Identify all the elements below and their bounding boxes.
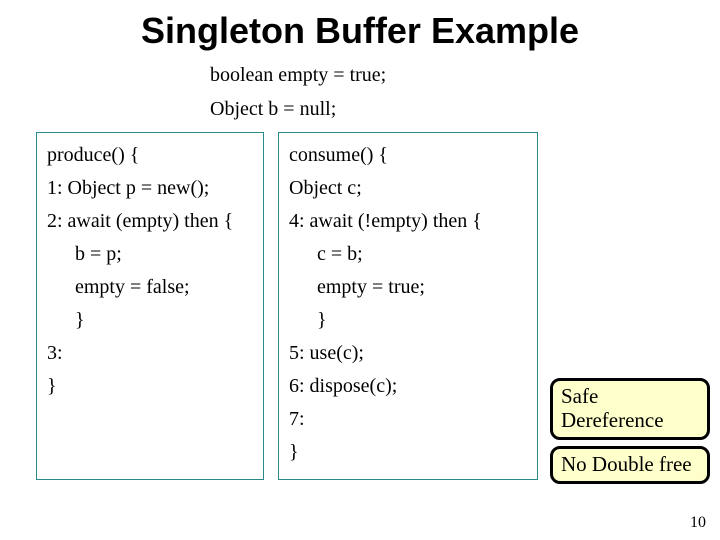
decl-line: Object b = null; bbox=[210, 92, 720, 126]
decl-line: boolean empty = true; bbox=[210, 58, 720, 92]
annotations: Safe Dereference No Double free bbox=[550, 378, 710, 484]
code-line: c = b; bbox=[289, 238, 527, 271]
code-line: } bbox=[289, 436, 527, 469]
produce-box: produce() { 1: Object p = new(); 2: awai… bbox=[36, 132, 264, 480]
code-line: 4: await (!empty) then { bbox=[289, 205, 527, 238]
page-number: 10 bbox=[690, 514, 706, 532]
code-line: empty = false; bbox=[47, 271, 253, 304]
code-line: Object c; bbox=[289, 172, 527, 205]
code-line: b = p; bbox=[47, 238, 253, 271]
code-line: } bbox=[289, 304, 527, 337]
code-line: 7: bbox=[289, 403, 527, 436]
declarations: boolean empty = true; Object b = null; bbox=[0, 58, 720, 126]
code-line: 2: await (empty) then { bbox=[47, 205, 253, 238]
code-line: consume() { bbox=[289, 139, 527, 172]
code-line: produce() { bbox=[47, 139, 253, 172]
slide-title: Singleton Buffer Example bbox=[0, 0, 720, 58]
code-line: 3: bbox=[47, 337, 253, 370]
code-line: empty = true; bbox=[289, 271, 527, 304]
code-line: 5: use(c); bbox=[289, 337, 527, 370]
consume-box: consume() { Object c; 4: await (!empty) … bbox=[278, 132, 538, 480]
callout-no-double-free: No Double free bbox=[550, 446, 710, 484]
code-line: 6: dispose(c); bbox=[289, 370, 527, 403]
code-line: } bbox=[47, 370, 253, 403]
code-line: 1: Object p = new(); bbox=[47, 172, 253, 205]
callout-safe-deref: Safe Dereference bbox=[550, 378, 710, 440]
code-line: } bbox=[47, 304, 253, 337]
